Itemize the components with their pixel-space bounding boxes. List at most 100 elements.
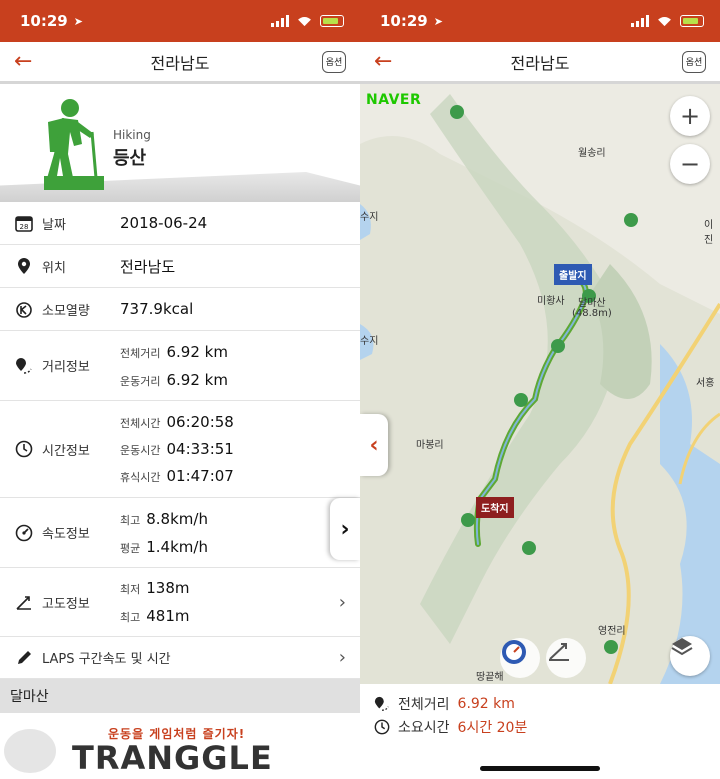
map-label-ttanggeut: 땅끝해 <box>476 672 504 683</box>
home-indicator <box>480 766 600 771</box>
altitude-label: 고도정보 <box>42 596 90 612</box>
page-title: 전라남도 <box>510 53 570 73</box>
speed-label: 속도정보 <box>42 527 90 542</box>
status-time: 10:29 <box>380 12 428 30</box>
tranggle-banner: 운동을 게임처럼 즐기자! TRANGGLE <box>0 717 360 779</box>
max-speed-label: 최고 <box>120 513 141 527</box>
location-arrow-icon: ➤ <box>73 14 83 28</box>
map-label-dalmasan-height: (48.8m) <box>572 308 612 319</box>
end-marker[interactable]: 도착지 <box>476 497 514 518</box>
pencil-icon <box>14 648 34 668</box>
zoom-out-button[interactable]: − <box>670 144 710 184</box>
time-row: 시간정보 전체시간 06:20:58 운동시간 04:33:51 휴식시간 01:47… <box>0 401 360 498</box>
calories-value: 737.9kcal <box>120 300 194 318</box>
speedometer-icon <box>502 640 526 664</box>
total-time-value: 06:20:58 <box>166 413 234 431</box>
naver-logo: NAVER <box>366 92 422 108</box>
back-arrow-icon[interactable]: ← <box>374 49 404 74</box>
route-pin-icon <box>374 696 389 711</box>
map-label-mabong: 마봉리 <box>416 440 444 451</box>
calories-label: 소모열량 <box>42 303 90 319</box>
zoom-in-button[interactable]: + <box>670 96 710 136</box>
map-label-suji-2: 수지 <box>360 336 379 347</box>
chevron-right-icon: › <box>338 591 346 613</box>
nav-bar: ← 전라남도 옵션 <box>0 42 360 84</box>
wifi-icon <box>658 16 671 26</box>
map-label-yeongjeon: 영전리 <box>598 626 626 637</box>
status-bar: 10:29 ➤ <box>0 0 360 42</box>
course-section-title: 달마산 <box>0 679 360 713</box>
laps-row[interactable]: LAPS 구간속도 및 시간 › <box>0 637 360 679</box>
summary-distance-label: 전체거리 <box>398 696 450 713</box>
total-distance-value: 6.92 km <box>166 342 228 361</box>
nav-bar: ← 전라남도 옵션 <box>360 42 720 84</box>
total-time-label: 전체시간 <box>120 417 161 430</box>
svg-text:28: 28 <box>20 223 29 231</box>
signal-icon <box>631 15 649 27</box>
total-distance-label: 전체거리 <box>120 346 161 360</box>
calories-row: 소모열량 737.9kcal <box>0 288 360 331</box>
map-label-wolsong: 월송리 <box>578 148 606 159</box>
status-bar: 10:29 ➤ <box>360 0 720 42</box>
elevation-icon <box>549 643 569 661</box>
rest-time-label: 휴식시간 <box>120 471 161 484</box>
panel-drawer-handle[interactable]: ‹ <box>360 414 388 476</box>
speedometer-icon <box>14 523 34 543</box>
max-altitude-value: 481m <box>146 607 190 625</box>
status-time: 10:29 <box>20 12 68 30</box>
back-arrow-icon[interactable]: ← <box>14 49 44 74</box>
clock-icon <box>14 439 34 459</box>
map-label-seohong: 서홍 <box>696 378 715 389</box>
battery-icon <box>320 15 344 27</box>
altitude-row[interactable]: 고도정보 최저 138m 최고 481m › <box>0 568 360 637</box>
calories-icon <box>14 299 34 319</box>
avg-speed-label: 평균 <box>120 541 141 555</box>
location-arrow-icon: ➤ <box>433 14 443 28</box>
time-label: 시간정보 <box>42 443 90 459</box>
clock-icon <box>374 719 390 734</box>
altitude-icon <box>14 592 34 612</box>
location-pin-icon <box>14 256 34 276</box>
layers-button[interactable] <box>670 636 710 676</box>
chevron-right-icon: › <box>340 516 350 542</box>
date-value: 2018-06-24 <box>120 214 208 232</box>
route-map[interactable]: NAVER + − 월송리 이진 수지 수지 미황사 달마산 (48.8m) 서… <box>360 84 720 684</box>
location-value: 전라남도 <box>120 257 176 276</box>
shoe-print-icon <box>4 729 56 773</box>
moving-distance-label: 운동거리 <box>120 374 161 388</box>
tranggle-logo: TRANGGLE <box>72 739 273 777</box>
min-altitude-value: 138m <box>146 579 190 597</box>
location-label: 위치 <box>42 260 66 276</box>
options-button[interactable]: 옵션 <box>322 50 346 73</box>
moving-time-label: 운동시간 <box>120 444 161 457</box>
elevation-map-button[interactable] <box>546 638 586 678</box>
avg-speed-value: 1.4km/h <box>146 537 208 556</box>
map-label-ijin: 이진 <box>704 220 714 246</box>
signal-icon <box>271 15 289 27</box>
options-button[interactable]: 옵션 <box>682 50 706 73</box>
summary-distance-value: 6.92 km <box>457 695 515 712</box>
layers-icon <box>671 638 693 656</box>
map-drawer-handle[interactable]: › <box>330 498 360 560</box>
max-altitude-label: 최고 <box>120 611 141 624</box>
activity-type-en: Hiking <box>113 128 151 142</box>
activity-header: Hiking 등산 <box>0 84 360 202</box>
min-altitude-label: 최저 <box>120 583 141 596</box>
speed-row: 속도정보 최고 8.8km/h 평균 1.4km/h <box>0 498 360 568</box>
map-label-dalmasan: 달마산 <box>578 298 606 309</box>
moving-time-value: 04:33:51 <box>166 440 234 458</box>
battery-icon <box>680 15 704 27</box>
start-marker[interactable]: 출발지 <box>554 264 592 285</box>
laps-label: LAPS 구간속도 및 시간 <box>42 652 171 667</box>
route-summary: 전체거리 6.92 km 소요시간 6시간 20분 <box>360 684 720 746</box>
calendar-icon: 28 <box>14 213 34 233</box>
summary-duration-value: 6시간 20분 <box>457 719 528 736</box>
speedometer-map-button[interactable] <box>500 638 540 678</box>
map-label-suji-1: 수지 <box>360 212 379 223</box>
distance-row: 거리정보 전체거리 6.92 km 운동거리 6.92 km <box>0 331 360 401</box>
map-label-mihwangsa: 미황사 <box>537 296 565 307</box>
page-title: 전라남도 <box>150 53 210 73</box>
wifi-icon <box>298 16 311 26</box>
chevron-left-icon: ‹ <box>369 432 379 458</box>
hiker-icon <box>44 99 104 190</box>
